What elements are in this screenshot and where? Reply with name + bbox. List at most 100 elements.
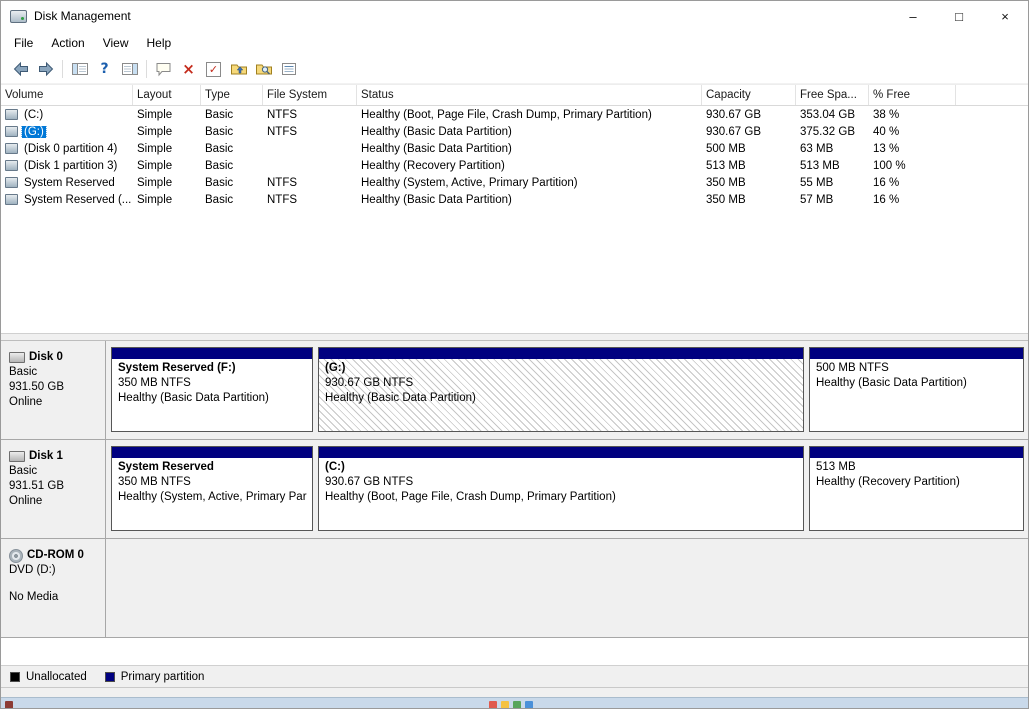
partition-size: 513 MB [816, 461, 856, 473]
partition-system-reserved[interactable]: System Reserved 350 MB NTFS Healthy (Sys… [111, 446, 313, 531]
taskbar-icon[interactable] [489, 701, 497, 708]
volume-file-system: NTFS [267, 193, 298, 206]
maximize-button[interactable]: □ [936, 1, 982, 31]
details-list-icon[interactable] [276, 58, 301, 80]
partition-size: 930.67 GB NTFS [325, 377, 414, 389]
legend-primary-partition: Primary partition [104, 671, 204, 683]
cdrom-0-row: CD-ROM 0 DVD (D:) No Media [1, 539, 1028, 638]
cdrom-0-info[interactable]: CD-ROM 0 DVD (D:) No Media [1, 539, 106, 637]
partition-system-reserved-f[interactable]: System Reserved (F:) 350 MB NTFS Healthy… [111, 347, 313, 432]
taskbar-icon[interactable] [5, 701, 13, 708]
console-tree-toggle-icon[interactable] [67, 58, 92, 80]
volume-row-system-reserved[interactable]: System Reserved Simple Basic NTFS Health… [1, 174, 1028, 191]
volume-free-space: 353.04 GB [800, 108, 855, 121]
volume-status: Healthy (Basic Data Partition) [361, 142, 512, 155]
disk-size: 931.50 GB [9, 381, 64, 393]
volume-status: Healthy (Basic Data Partition) [361, 193, 512, 206]
volume-name: (Disk 1 partition 3) [24, 159, 118, 172]
volume-free-space: 513 MB [800, 159, 840, 172]
forward-icon[interactable] [33, 58, 58, 80]
volume-file-system: NTFS [267, 125, 298, 138]
partition-c[interactable]: (C:) 930.67 GB NTFS Healthy (Boot, Page … [318, 446, 804, 531]
pane-splitter[interactable] [1, 333, 1028, 341]
help-icon[interactable]: ? [92, 58, 117, 80]
volume-row-c[interactable]: (C:) Simple Basic NTFS Healthy (Boot, Pa… [1, 106, 1028, 123]
partition-g-selected[interactable]: (G:) 930.67 GB NTFS Healthy (Basic Data … [318, 347, 804, 432]
column-header-layout[interactable]: Layout [133, 85, 201, 105]
menu-action[interactable]: Action [42, 33, 93, 53]
volume-percent-free: 38 % [873, 108, 900, 121]
volume-layout: Simple [137, 159, 173, 172]
folder-up-icon[interactable] [226, 58, 251, 80]
partition-500mb[interactable]: 500 MB NTFS Healthy (Basic Data Partitio… [809, 347, 1024, 432]
volume-icon [5, 109, 18, 120]
disk-0-info[interactable]: Disk 0 Basic 931.50 GB Online [1, 341, 106, 439]
cdrom-status: No Media [9, 591, 59, 603]
volume-icon [5, 126, 18, 137]
taskbar-icon[interactable] [501, 701, 509, 708]
volume-type: Basic [205, 142, 234, 155]
column-header-file-system[interactable]: File System [263, 85, 357, 105]
volume-row-disk1-partition3[interactable]: (Disk 1 partition 3) Simple Basic Health… [1, 157, 1028, 174]
minimize-button[interactable]: – [890, 1, 936, 31]
menubar: File Action View Help [1, 31, 1028, 55]
partition-name: System Reserved (F:) [118, 362, 236, 374]
cdrom-empty-area [106, 539, 1028, 637]
volume-percent-free: 13 % [873, 142, 900, 155]
back-icon[interactable] [8, 58, 33, 80]
column-header-status[interactable]: Status [357, 85, 702, 105]
volume-row-g-selected[interactable]: (G:) Simple Basic NTFS Healthy (Basic Da… [1, 123, 1028, 140]
volume-icon [5, 194, 18, 205]
volume-percent-free: 100 % [873, 159, 906, 172]
volume-list-pane: Volume Layout Type File System Status Ca… [1, 84, 1028, 333]
volume-row-system-reserved-2[interactable]: System Reserved (... Simple Basic NTFS H… [1, 191, 1028, 208]
disk-management-window: Disk Management – □ × File Action View H… [0, 0, 1029, 709]
titlebar: Disk Management – □ × [1, 1, 1028, 31]
column-header-percent-free[interactable]: % Free [869, 85, 956, 105]
graphical-view: Disk 0 Basic 931.50 GB Online System Res… [1, 341, 1028, 665]
action-pane-toggle-icon[interactable] [117, 58, 142, 80]
disk-1-info[interactable]: Disk 1 Basic 931.51 GB Online [1, 440, 106, 538]
folder-search-icon[interactable] [251, 58, 276, 80]
disk-0-row: Disk 0 Basic 931.50 GB Online System Res… [1, 341, 1028, 440]
volume-name: (C:) [24, 108, 44, 121]
close-button[interactable]: × [982, 1, 1028, 31]
partition-recovery-513mb[interactable]: 513 MB Healthy (Recovery Partition) [809, 446, 1024, 531]
volume-row-disk0-partition4[interactable]: (Disk 0 partition 4) Simple Basic Health… [1, 140, 1028, 157]
volume-name: System Reserved [24, 176, 115, 189]
checkmark-document-icon[interactable]: ✓ [201, 58, 226, 80]
taskbar-icon[interactable] [513, 701, 521, 708]
volume-status: Healthy (Recovery Partition) [361, 159, 505, 172]
menu-view[interactable]: View [94, 33, 138, 53]
volume-name: System Reserved (... [24, 193, 132, 206]
partition-status: Healthy (Recovery Partition) [816, 476, 960, 488]
toolbar-separator [62, 60, 63, 78]
column-header-volume[interactable]: Volume [1, 85, 133, 105]
tooltip-bubble-icon[interactable] [151, 58, 176, 80]
window-bottom-edge [1, 687, 1028, 697]
partition-size: 350 MB NTFS [118, 377, 191, 389]
volume-type: Basic [205, 193, 234, 206]
disk-icon [9, 352, 25, 363]
menu-help[interactable]: Help [138, 33, 181, 53]
disk-management-app-icon [10, 9, 27, 23]
partition-status: Healthy (Basic Data Partition) [325, 392, 476, 404]
toolbar-separator [146, 60, 147, 78]
volume-status: Healthy (System, Active, Primary Partiti… [361, 176, 578, 189]
cdrom-icon [9, 548, 23, 563]
taskbar-icon[interactable] [525, 701, 533, 708]
legend-unallocated-label: Unallocated [26, 670, 87, 683]
menu-file[interactable]: File [5, 33, 42, 53]
column-header-free-space[interactable]: Free Spa... [796, 85, 869, 105]
volume-layout: Simple [137, 176, 173, 189]
disk-kind: Basic [9, 366, 38, 378]
disk-state: Online [9, 396, 43, 408]
column-header-capacity[interactable]: Capacity [702, 85, 796, 105]
column-header-type[interactable]: Type [201, 85, 263, 105]
graphical-view-empty-space [1, 638, 1028, 664]
volume-icon [5, 160, 18, 171]
volume-capacity: 930.67 GB [706, 125, 761, 138]
partition-status: Healthy (Boot, Page File, Crash Dump, Pr… [325, 491, 616, 503]
volume-file-system: NTFS [267, 108, 298, 121]
delete-icon[interactable]: × [176, 58, 201, 80]
